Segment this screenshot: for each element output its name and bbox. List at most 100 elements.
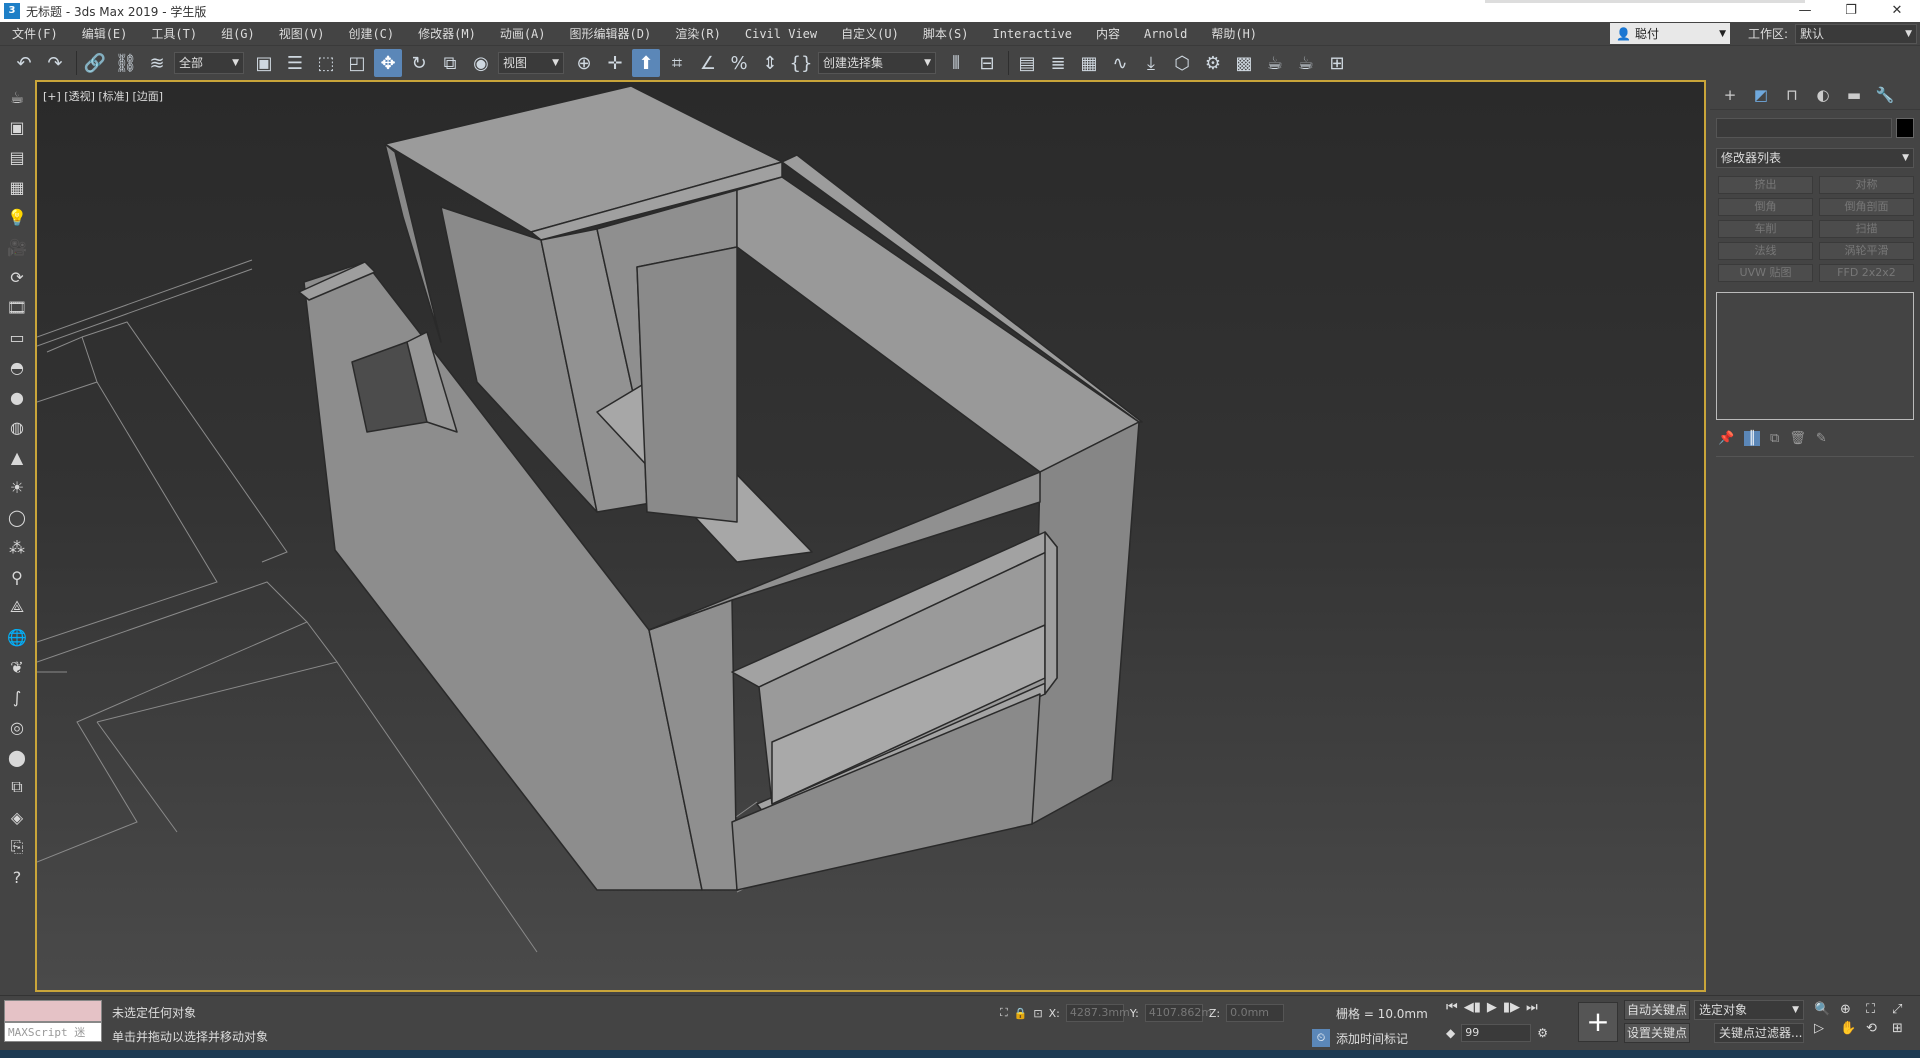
menu-animation[interactable]: 动画(A): [488, 22, 558, 46]
make-unique-icon[interactable]: ⧉: [1770, 431, 1779, 446]
toggle-ribbon-icon[interactable]: ▦: [1075, 49, 1103, 77]
field-of-view-icon[interactable]: ▷: [1814, 1021, 1836, 1036]
display-tab-icon[interactable]: ▬: [1840, 83, 1868, 107]
select-manipulate-icon[interactable]: ✛: [601, 49, 629, 77]
bind-space-warp-icon[interactable]: ≋: [143, 49, 171, 77]
turbosmooth-button[interactable]: 涡轮平滑: [1819, 242, 1914, 260]
maxscript-listener[interactable]: MAXScript 迷: [4, 1000, 102, 1044]
undo-icon[interactable]: ↶: [10, 49, 38, 77]
menu-create[interactable]: 创建(C): [336, 22, 406, 46]
pivot-center-icon[interactable]: ⊕: [570, 49, 598, 77]
bevel-profile-button[interactable]: 倒角剖面: [1819, 198, 1914, 216]
menu-interactive[interactable]: Interactive: [981, 22, 1084, 46]
sphere-icon[interactable]: ●: [4, 384, 30, 410]
help-icon[interactable]: ?: [4, 864, 30, 890]
minimize-button[interactable]: —: [1782, 0, 1828, 22]
maxscript-input[interactable]: MAXScript 迷: [4, 1022, 102, 1042]
redo-icon[interactable]: ↷: [41, 49, 69, 77]
edit-named-selection-icon[interactable]: {}: [787, 49, 815, 77]
modifier-list-dropdown[interactable]: 修改器列表 ▼: [1716, 148, 1914, 168]
extrude-button[interactable]: 挤出: [1718, 176, 1813, 194]
cone-icon[interactable]: ▲: [4, 444, 30, 470]
set-keys-button[interactable]: +: [1578, 1002, 1618, 1042]
ffd-button[interactable]: FFD 2x2x2: [1819, 264, 1914, 282]
unlink-icon[interactable]: ⛓: [112, 49, 140, 77]
curve-editor-icon[interactable]: ∿: [1106, 49, 1134, 77]
copy-icon[interactable]: ⎘: [4, 834, 30, 860]
hierarchy-tab-icon[interactable]: ⊓: [1778, 83, 1806, 107]
reference-coordinate-dropdown[interactable]: 视图 ▼: [498, 52, 564, 74]
pin-stack-icon[interactable]: 📌: [1718, 431, 1734, 446]
go-to-start-icon[interactable]: ⏮: [1446, 1000, 1458, 1015]
menu-tools[interactable]: 工具(T): [139, 22, 209, 46]
key-mode-toggle-icon[interactable]: ◆: [1446, 1026, 1455, 1040]
current-frame-field[interactable]: 99: [1461, 1024, 1532, 1042]
render-region-icon[interactable]: ◈: [4, 804, 30, 830]
select-and-move-icon[interactable]: ✥: [374, 49, 402, 77]
render-frame-icon[interactable]: ▣: [4, 114, 30, 140]
render-in-cloud-icon[interactable]: ⊞: [1323, 49, 1351, 77]
link-icon[interactable]: 🔗: [81, 49, 109, 77]
sun-icon[interactable]: ☀: [4, 474, 30, 500]
align-icon[interactable]: ⊟: [973, 49, 1001, 77]
modifier-stack[interactable]: [1716, 292, 1914, 420]
remove-modifier-icon[interactable]: 🗑: [1789, 431, 1806, 446]
angle-snap-icon[interactable]: ∠: [694, 49, 722, 77]
selection-filter-dropdown[interactable]: 全部 ▼: [174, 52, 244, 74]
uvw-map-button[interactable]: UVW 贴图: [1718, 264, 1813, 282]
film-camera-icon[interactable]: 🎞: [4, 294, 30, 320]
menu-civil-view[interactable]: Civil View: [733, 22, 829, 46]
previous-frame-icon[interactable]: ◀▮: [1464, 1000, 1481, 1015]
menu-help[interactable]: 帮助(H): [1199, 22, 1269, 46]
material-editor-icon[interactable]: ⬡: [1168, 49, 1196, 77]
zoom-all-icon[interactable]: ⊕: [1840, 1002, 1862, 1017]
select-and-rotate-icon[interactable]: ↻: [405, 49, 433, 77]
select-and-scale-icon[interactable]: ⧉: [436, 49, 464, 77]
orbit-icon[interactable]: ⟲: [1866, 1021, 1888, 1036]
menu-graph-editors[interactable]: 图形编辑器(D): [558, 22, 664, 46]
globe-icon[interactable]: 🌐: [4, 624, 30, 650]
bevel-button[interactable]: 倒角: [1718, 198, 1813, 216]
absolute-mode-icon[interactable]: ⊡: [1033, 1007, 1042, 1020]
workspace-dropdown[interactable]: 默认 ▼: [1795, 24, 1917, 44]
selection-lock-icon[interactable]: 🔒: [1014, 1007, 1028, 1020]
maxscript-output[interactable]: [4, 1000, 102, 1022]
go-to-end-icon[interactable]: ⏭: [1526, 1000, 1538, 1015]
next-frame-icon[interactable]: ▮▶: [1503, 1000, 1520, 1015]
spinner-snap-icon[interactable]: ⇕: [756, 49, 784, 77]
hemisphere-icon[interactable]: ◓: [4, 354, 30, 380]
set-key-button[interactable]: 设置关键点: [1624, 1023, 1690, 1043]
menu-file[interactable]: 文件(F): [0, 22, 70, 46]
select-and-place-icon[interactable]: ◉: [467, 49, 495, 77]
symmetry-button[interactable]: 对称: [1819, 176, 1914, 194]
snaps-toggle-icon[interactable]: ⌗: [663, 49, 691, 77]
menu-group[interactable]: 组(G): [209, 22, 267, 46]
menu-arnold[interactable]: Arnold: [1132, 22, 1199, 46]
key-filters-button[interactable]: 关键点过滤器...: [1714, 1023, 1804, 1043]
shell-icon[interactable]: ◍: [4, 414, 30, 440]
material-ball-icon[interactable]: ⬤: [4, 744, 30, 770]
object-name-field[interactable]: [1716, 118, 1892, 138]
add-time-tag-button[interactable]: ⏲ 添加时间标记: [1312, 1029, 1408, 1047]
layer-explorer-icon[interactable]: ≣: [1044, 49, 1072, 77]
named-selection-dropdown[interactable]: 创建选择集 ▼: [818, 52, 936, 74]
y-coordinate-field[interactable]: 4107.862m: [1144, 1004, 1212, 1022]
pan-icon[interactable]: ✋: [1840, 1021, 1862, 1036]
modify-tab-icon[interactable]: ◩: [1747, 83, 1775, 107]
restore-button[interactable]: ❐: [1828, 0, 1874, 22]
hair-fur-icon[interactable]: ∫: [4, 684, 30, 710]
bone-icon[interactable]: ⚲: [4, 564, 30, 590]
render-iterative-icon[interactable]: ☕: [1292, 49, 1320, 77]
time-config-icon[interactable]: ⚙: [1537, 1026, 1548, 1040]
menu-views[interactable]: 视图(V): [267, 22, 337, 46]
particle-icon[interactable]: ⁂: [4, 534, 30, 560]
render-setup-icon[interactable]: ⚙: [1199, 49, 1227, 77]
menu-modifiers[interactable]: 修改器(M): [406, 22, 488, 46]
light-bulb-icon[interactable]: 💡: [4, 204, 30, 230]
percent-snap-icon[interactable]: %: [725, 49, 753, 77]
biped-icon[interactable]: ⟁: [4, 594, 30, 620]
keyboard-shortcut-toggle-icon[interactable]: ⬆: [632, 49, 660, 77]
close-button[interactable]: ✕: [1874, 0, 1920, 22]
play-icon[interactable]: ▶: [1487, 1000, 1497, 1015]
shell-detail-icon[interactable]: ◎: [4, 714, 30, 740]
